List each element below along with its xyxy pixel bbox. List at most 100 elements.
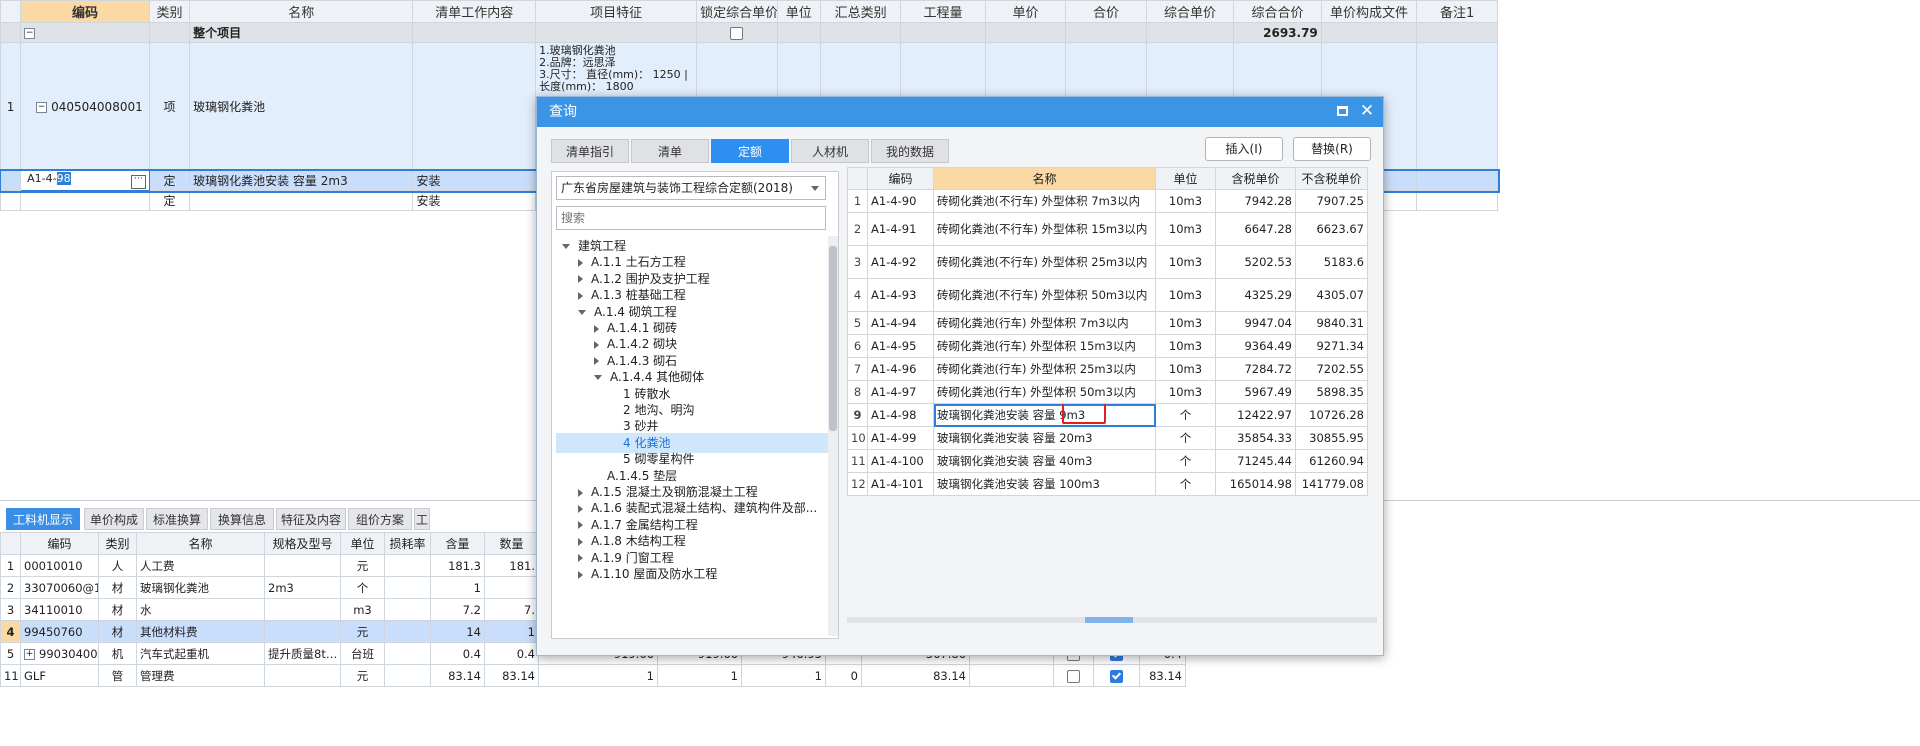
caret-right-icon[interactable] xyxy=(578,488,583,497)
tab-bill[interactable]: 清单 xyxy=(631,139,709,163)
bottom-tab[interactable]: 组价方案 xyxy=(348,508,412,530)
quota-cell-code[interactable]: A1-4-92 xyxy=(867,245,934,279)
column-header[interactable]: 清单工作内容 xyxy=(412,0,537,23)
quota-cell-unit[interactable]: 个 xyxy=(1155,403,1216,427)
insert-button[interactable]: 插入(I) xyxy=(1205,137,1283,161)
bottom-tab[interactable]: 工料机显示 xyxy=(6,508,80,530)
collapse-icon[interactable]: − xyxy=(36,101,48,113)
quota-cell-i[interactable]: 12 xyxy=(847,472,868,496)
column-header[interactable]: 类别 xyxy=(148,0,191,23)
quota-cell-i[interactable]: 10 xyxy=(847,426,868,450)
caret-right-icon[interactable] xyxy=(578,570,583,579)
quota-cell-name[interactable]: 玻璃钢化粪池安装 容量 9m3 xyxy=(933,403,1156,427)
lock-price-checkbox[interactable] xyxy=(730,26,744,40)
tab-bill-guide[interactable]: 清单指引 xyxy=(551,139,629,163)
quota-cell-i[interactable]: 1 xyxy=(847,189,868,213)
tree-scrollbar[interactable] xyxy=(828,236,838,636)
quota-cell-i[interactable]: 2 xyxy=(847,212,868,246)
tree-node[interactable]: A.1.10 屋面及防水工程 xyxy=(556,564,830,584)
column-header[interactable]: 备注1 xyxy=(1416,0,1498,23)
column-header[interactable]: 含量 xyxy=(430,532,485,555)
quota-cell-i[interactable]: 6 xyxy=(847,334,868,358)
caret-right-icon[interactable] xyxy=(578,258,583,267)
quota-column-header[interactable]: 名称 xyxy=(933,167,1156,190)
maximize-icon[interactable] xyxy=(1337,106,1348,116)
quota-cell-i[interactable]: 7 xyxy=(847,357,868,381)
quota-row[interactable]: 12 A1-4-101 玻璃钢化粪池安装 容量 100m3 个 165014.98 141… xyxy=(847,472,1368,496)
column-header[interactable]: 综合合价 xyxy=(1233,0,1322,23)
tab-my-data[interactable]: 我的数据 xyxy=(871,139,949,163)
quota-cell-notax[interactable]: 141779.08 xyxy=(1295,472,1368,496)
tree-scroll-thumb[interactable] xyxy=(829,246,837,431)
bottom-tab[interactable]: 工 xyxy=(414,508,430,530)
quota-cell-code[interactable]: A1-4-93 xyxy=(867,278,934,312)
quota-cell-unit[interactable]: 10m3 xyxy=(1155,212,1216,246)
column-header[interactable]: 汇总类别 xyxy=(819,0,902,23)
quota-cell-name[interactable]: 砖砌化粪池(不行车) 外型体积 50m3以内 xyxy=(933,278,1156,312)
project-group-row[interactable]: − 整个项目 2693.79 xyxy=(0,22,1498,43)
quota-column-header[interactable]: 编码 xyxy=(867,167,934,190)
quota-column-header[interactable]: 不含税单价 xyxy=(1295,167,1368,190)
code-input-selection[interactable]: 98 xyxy=(56,172,71,185)
quota-row[interactable]: 8 A1-4-97 砖砌化粪池(行车) 外型体积 50m3以内 10m3 5967.49… xyxy=(847,380,1368,404)
quota-cell-tax[interactable]: 5202.53 xyxy=(1215,245,1296,279)
dialog-titlebar[interactable]: 查询 xyxy=(537,97,1383,127)
bottom-tab[interactable]: 单价构成 xyxy=(84,508,144,530)
column-header[interactable]: 单价 xyxy=(984,0,1067,23)
bottom-tab[interactable]: 标准换算 xyxy=(146,508,208,530)
quota-row[interactable]: 5 A1-4-94 砖砌化粪池(行车) 外型体积 7m3以内 10m3 9947.04 9… xyxy=(847,311,1368,335)
quota-cell-code[interactable]: A1-4-90 xyxy=(867,189,934,213)
quota-cell-notax[interactable]: 5898.35 xyxy=(1295,380,1368,404)
quota-cell-unit[interactable]: 个 xyxy=(1155,472,1216,496)
quota-row[interactable]: 6 A1-4-95 砖砌化粪池(行车) 外型体积 15m3以内 10m3 9364.49… xyxy=(847,334,1368,358)
column-header[interactable]: 单位 xyxy=(776,0,821,23)
column-header[interactable]: 类别 xyxy=(98,532,137,555)
caret-down-icon[interactable] xyxy=(562,244,570,249)
quota-cell-code[interactable]: A1-4-100 xyxy=(867,449,934,473)
quota-cell-i[interactable]: 11 xyxy=(847,449,868,473)
column-header[interactable]: 编码 xyxy=(20,532,99,555)
quota-cell-unit[interactable]: 10m3 xyxy=(1155,189,1216,213)
quota-cell-notax[interactable]: 61260.94 xyxy=(1295,449,1368,473)
quota-cell-code[interactable]: A1-4-94 xyxy=(867,311,934,335)
quota-row[interactable]: 4 A1-4-93 砖砌化粪池(不行车) 外型体积 50m3以内 10m3 4325.2… xyxy=(847,278,1368,312)
quota-cell-name[interactable]: 砖砌化粪池(不行车) 外型体积 7m3以内 xyxy=(933,189,1156,213)
quota-cell-unit[interactable]: 个 xyxy=(1155,449,1216,473)
quota-cell-tax[interactable]: 35854.33 xyxy=(1215,426,1296,450)
quota-cell-name[interactable]: 砖砌化粪池(行车) 外型体积 15m3以内 xyxy=(933,334,1156,358)
quota-cell-name[interactable]: 玻璃钢化粪池安装 容量 100m3 xyxy=(933,472,1156,496)
quota-cell-code[interactable]: A1-4-99 xyxy=(867,426,934,450)
quota-cell-unit[interactable]: 10m3 xyxy=(1155,245,1216,279)
quota-cell-i[interactable]: 8 xyxy=(847,380,868,404)
quota-cell-name[interactable]: 砖砌化粪池(行车) 外型体积 25m3以内 xyxy=(933,357,1156,381)
quota-cell-name[interactable]: 砖砌化粪池(不行车) 外型体积 15m3以内 xyxy=(933,212,1156,246)
quota-column-header[interactable]: 单位 xyxy=(1155,167,1216,190)
quota-cell-notax[interactable]: 7907.25 xyxy=(1295,189,1368,213)
caret-right-icon[interactable] xyxy=(594,357,599,366)
replace-button[interactable]: 替换(R) xyxy=(1293,137,1371,161)
row-checkbox[interactable] xyxy=(1067,669,1080,683)
caret-right-icon[interactable] xyxy=(578,521,583,530)
caret-down-icon[interactable] xyxy=(578,309,586,315)
close-icon[interactable]: ✕ xyxy=(1359,100,1375,122)
column-header[interactable]: 名称 xyxy=(136,532,265,555)
tab-quota[interactable]: 定额 xyxy=(711,139,789,163)
tree-search-input[interactable] xyxy=(556,206,826,230)
column-header[interactable]: 合价 xyxy=(1065,0,1147,23)
column-header[interactable] xyxy=(0,532,21,555)
quota-cell-unit[interactable]: 10m3 xyxy=(1155,357,1216,381)
quota-cell-tax[interactable]: 7284.72 xyxy=(1215,357,1296,381)
quota-cell-name[interactable]: 砖砌化粪池(行车) 外型体积 7m3以内 xyxy=(933,311,1156,335)
resource-row[interactable]: 11 GLF 管管理费元 83.14 83.14 1 1 1 0 83.14 83.14 xyxy=(0,664,1186,687)
column-header[interactable]: 名称 xyxy=(189,0,414,23)
quota-cell-unit[interactable]: 10m3 xyxy=(1155,334,1216,358)
quota-cell-code[interactable]: A1-4-97 xyxy=(867,380,934,404)
caret-right-icon[interactable] xyxy=(578,554,583,563)
more-options-icon[interactable]: ··· xyxy=(130,175,146,189)
column-header[interactable]: 规格及型号 xyxy=(264,532,341,555)
quota-cell-i[interactable]: 3 xyxy=(847,245,868,279)
quota-cell-code[interactable]: A1-4-101 xyxy=(867,472,934,496)
column-header[interactable]: 工程量 xyxy=(900,0,986,23)
quota-cell-notax[interactable]: 9840.31 xyxy=(1295,311,1368,335)
quota-cell-unit[interactable]: 10m3 xyxy=(1155,380,1216,404)
